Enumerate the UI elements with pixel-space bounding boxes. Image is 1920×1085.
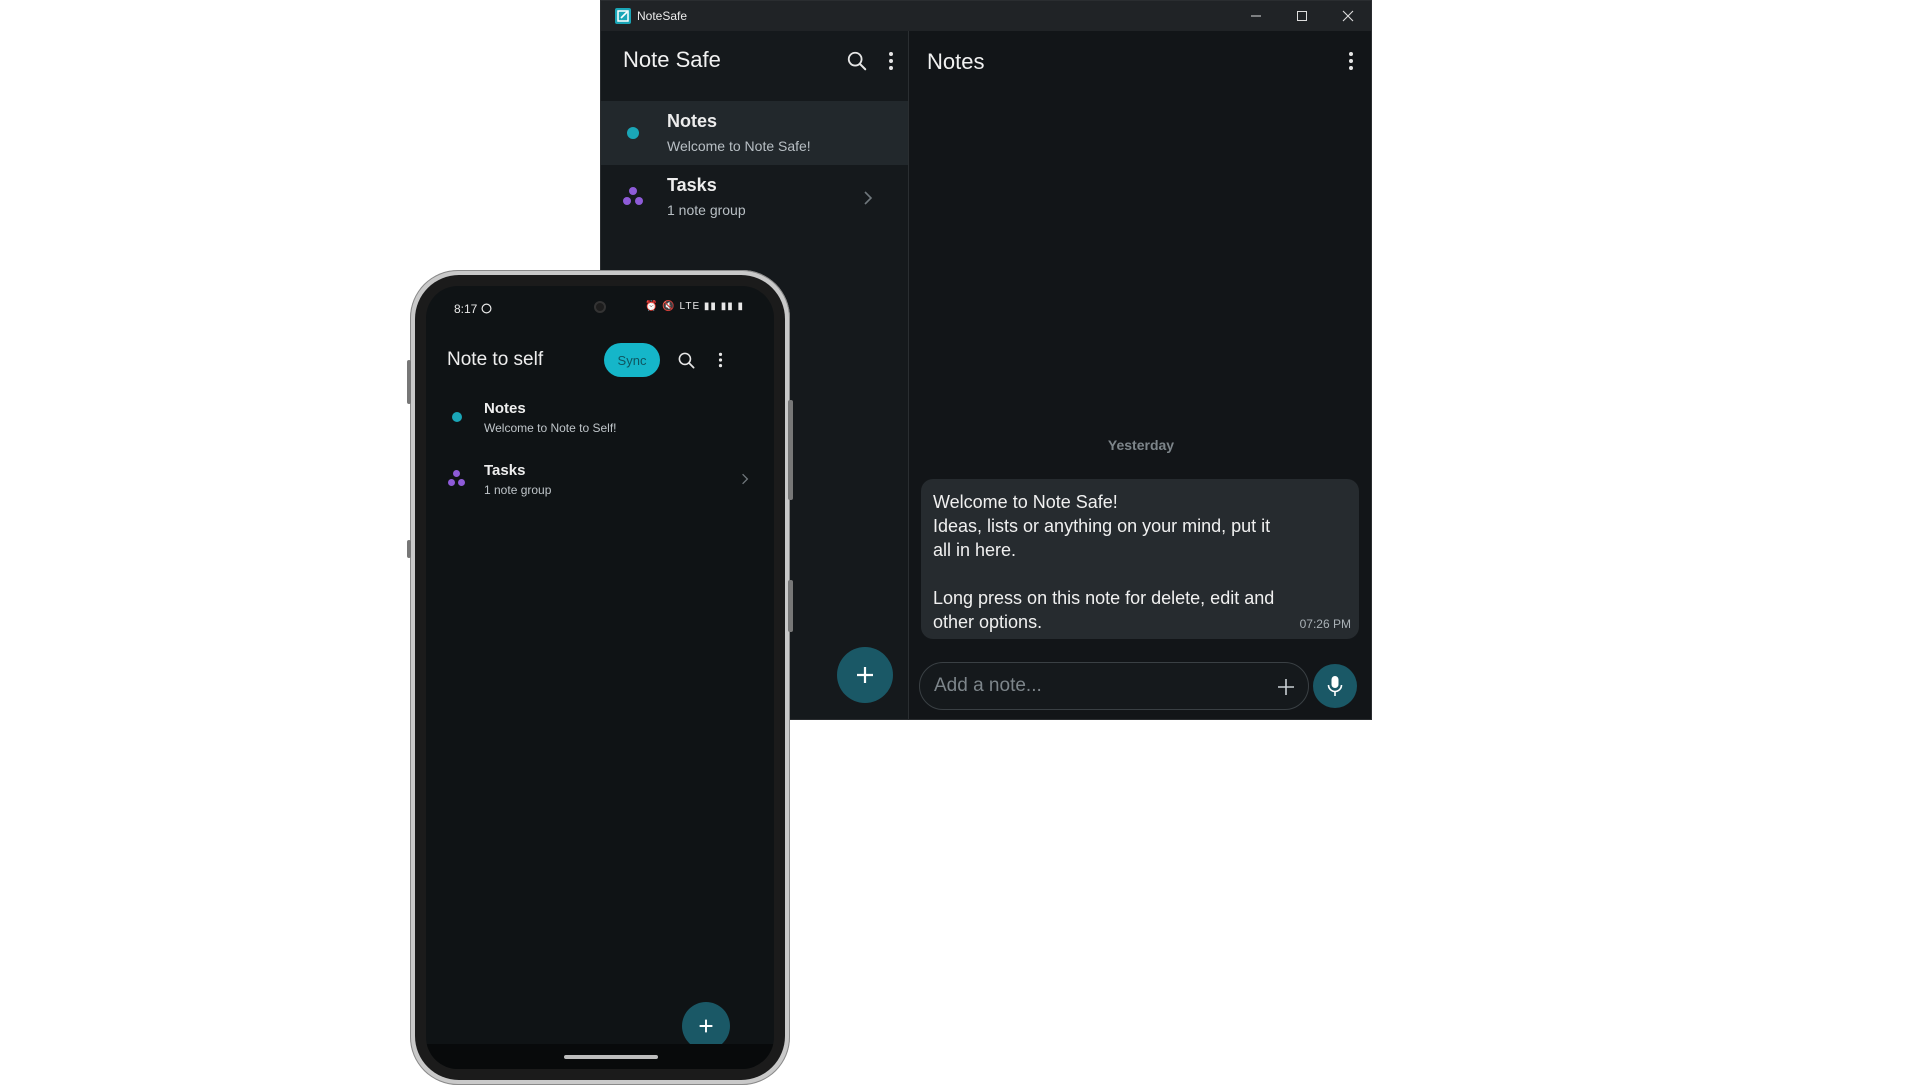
phone-new-note-group-button[interactable] — [682, 1002, 730, 1050]
more-vert-icon — [718, 352, 722, 368]
search-button[interactable] — [843, 47, 871, 75]
more-vert-icon — [889, 52, 893, 70]
minimize-icon — [1251, 15, 1261, 17]
chevron-right-icon — [742, 473, 749, 485]
maximize-icon — [1297, 11, 1307, 21]
phone-power-button — [788, 580, 793, 632]
phone-menu-button[interactable] — [706, 346, 734, 374]
more-vert-icon — [1349, 52, 1353, 70]
plus-icon — [699, 1019, 713, 1033]
note-input-container — [919, 662, 1309, 710]
notes-dot-icon — [452, 412, 462, 422]
close-button[interactable] — [1325, 1, 1371, 31]
note-timestamp: 07:26 PM — [1299, 617, 1351, 631]
phone-item-subtitle: Welcome to Note to Self! — [484, 421, 617, 435]
home-gesture-handle[interactable] — [564, 1055, 658, 1059]
title-bar: NoteSafe — [601, 1, 1371, 31]
group-icon — [623, 187, 643, 207]
phone-item-notes[interactable]: Notes Welcome to Note to Self! — [426, 392, 774, 442]
plus-icon — [857, 667, 873, 683]
close-icon — [1342, 10, 1354, 22]
group-icon — [448, 470, 466, 488]
phone-item-title: Tasks — [484, 462, 526, 479]
window-title: NoteSafe — [637, 9, 688, 23]
sidebar-menu-button[interactable] — [877, 47, 905, 75]
maximize-button[interactable] — [1279, 1, 1325, 31]
chevron-right-icon — [864, 191, 873, 205]
sidebar-item-notes[interactable]: Notes Welcome to Note Safe! — [601, 101, 908, 165]
phone-item-title: Notes — [484, 400, 526, 417]
note-input[interactable] — [934, 673, 1264, 699]
phone-side-button — [407, 540, 411, 558]
note-pane-title: Notes — [927, 49, 985, 74]
day-separator: Yesterday — [1107, 437, 1175, 453]
status-time: 8:17 — [454, 302, 478, 316]
minimize-button[interactable] — [1233, 1, 1279, 31]
sidebar-title: Note Safe — [623, 47, 721, 72]
phone-screen: 8:17 ⏰ 🔇 LTE ▮▮ ▮▮ ▮ Note to self Sync N… — [426, 286, 774, 1069]
phone-item-tasks[interactable]: Tasks 1 note group — [426, 454, 774, 504]
front-camera — [594, 301, 606, 313]
gesture-bar — [426, 1044, 774, 1069]
plus-icon — [1278, 679, 1294, 695]
sidebar-item-subtitle: Welcome to Note Safe! — [667, 138, 811, 154]
status-icons: ⏰ 🔇 LTE ▮▮ ▮▮ ▮ — [645, 301, 744, 312]
sync-button[interactable]: Sync — [604, 343, 660, 377]
voice-note-button[interactable] — [1313, 664, 1357, 708]
whatsapp-icon — [481, 303, 492, 314]
phone-side-button — [407, 360, 411, 404]
search-icon — [847, 51, 867, 71]
phone-item-subtitle: 1 note group — [484, 483, 552, 497]
new-note-group-button[interactable] — [837, 647, 893, 703]
attach-button[interactable] — [1272, 673, 1300, 701]
mic-icon — [1327, 676, 1343, 696]
phone-search-button[interactable] — [672, 346, 700, 374]
sidebar-item-title: Notes — [667, 111, 718, 131]
note-text: Welcome to Note Safe! Ideas, lists or an… — [933, 492, 1275, 632]
phone-volume-button — [788, 400, 793, 500]
app-icon — [615, 8, 631, 24]
phone-device: 8:17 ⏰ 🔇 LTE ▮▮ ▮▮ ▮ Note to self Sync N… — [407, 270, 793, 1085]
note-pane: Notes Yesterday Welcome to Note Safe! Id… — [909, 31, 1371, 719]
notes-dot-icon — [627, 127, 639, 139]
search-icon — [678, 352, 694, 368]
sidebar-item-title: Tasks — [667, 175, 717, 195]
phone-app-title: Note to self — [447, 349, 544, 370]
sidebar-item-subtitle: 1 note group — [667, 202, 746, 218]
note-bubble[interactable]: Welcome to Note Safe! Ideas, lists or an… — [921, 479, 1359, 639]
note-pane-menu-button[interactable] — [1337, 47, 1365, 75]
sidebar-item-tasks[interactable]: Tasks 1 note group — [601, 165, 908, 229]
